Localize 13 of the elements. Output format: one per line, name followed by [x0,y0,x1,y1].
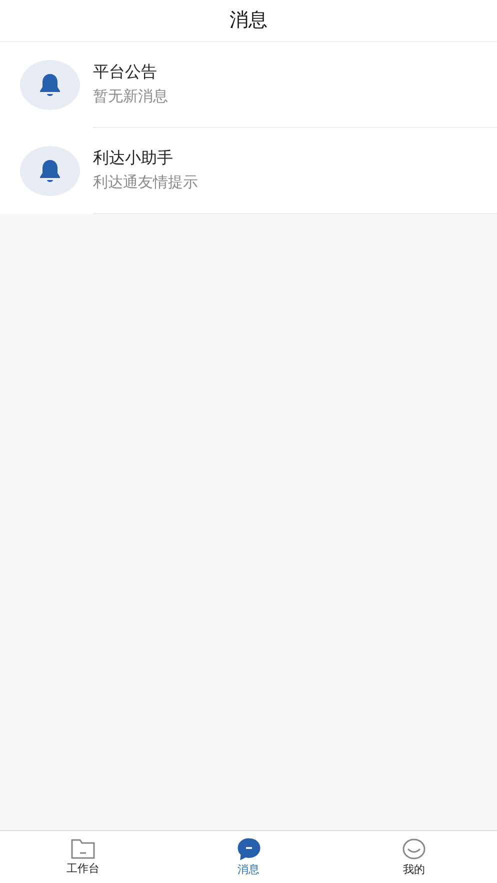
message-preview: 利达通友情提示 [93,173,199,193]
bell-icon [38,158,62,184]
bell-icon [38,72,62,98]
message-title: 平台公告 [93,62,158,84]
folder-icon [70,838,95,859]
smile-icon [402,838,426,860]
page-title: 消息 [230,8,268,34]
tab[interactable]: 工作台 [0,831,166,883]
message-title: 利达小助手 [93,148,174,170]
chat-icon [236,838,260,860]
message-preview: 暂无新消息 [93,87,169,107]
tab[interactable]: 消息 [166,831,332,883]
tab[interactable]: 我的 [331,831,497,883]
